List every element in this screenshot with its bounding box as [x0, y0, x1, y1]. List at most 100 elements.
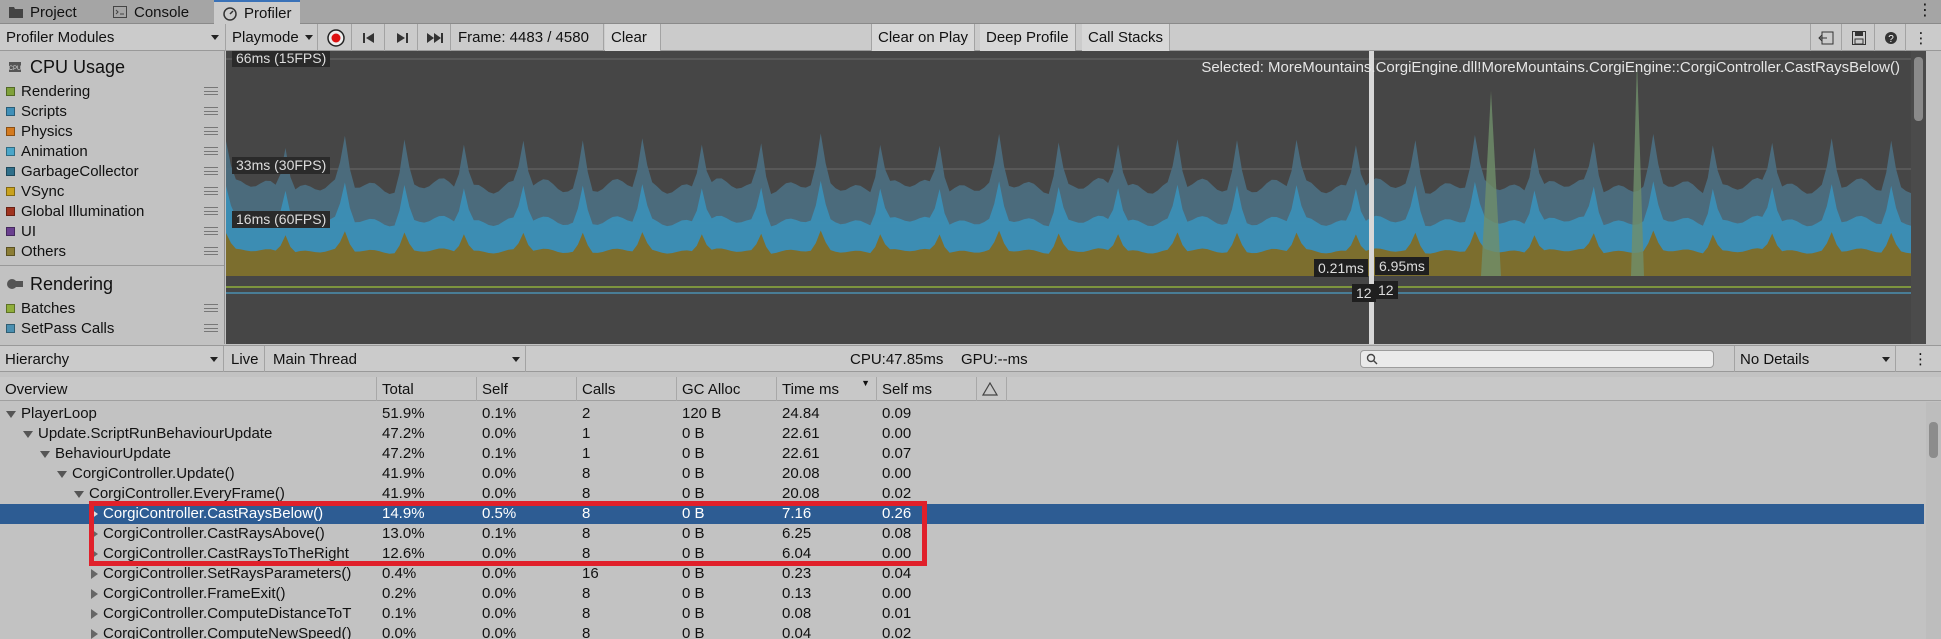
drag-handle-icon[interactable] [204, 324, 218, 332]
window-menu-icon[interactable]: ⋮ [1917, 3, 1933, 19]
chart-scrollbar[interactable] [1911, 51, 1926, 344]
drag-handle-icon[interactable] [204, 147, 218, 155]
cpu-legend-item[interactable]: Animation [0, 141, 224, 161]
row-name-cell: CorgiController.Update() [57, 464, 378, 484]
cpu-legend-item[interactable]: UI [0, 221, 224, 241]
first-frame-button[interactable] [353, 24, 385, 51]
clear-on-play-label: Clear on Play [878, 29, 969, 46]
row-time-cell: 20.08 [782, 485, 820, 502]
column-gc-alloc[interactable]: GC Alloc [677, 377, 777, 401]
tab-project[interactable]: Project [0, 0, 85, 24]
row-name: Update.ScriptRunBehaviourUpdate [38, 425, 273, 442]
table-row[interactable]: CorgiController.Update() 41.9% 0.0% 8 0 B 20.… [0, 464, 1924, 484]
profiler-modules-dropdown[interactable]: Profiler Modules [0, 24, 226, 51]
column-time-ms[interactable]: Time ms ▼ [777, 377, 877, 401]
row-calls-cell: 8 [582, 485, 591, 502]
expanded-arrow-icon[interactable] [74, 490, 84, 498]
next-frame-button[interactable] [386, 24, 418, 51]
table-row[interactable]: CorgiController.ComputeDistanceToT 0.1% 0.… [0, 604, 1924, 624]
toolbar-menu-button[interactable]: ⋮ [1906, 24, 1936, 51]
thread-dropdown[interactable]: Main Thread [268, 346, 526, 372]
column-self[interactable]: Self [477, 377, 577, 401]
drag-handle-icon[interactable] [204, 227, 218, 235]
rendering-legend-item[interactable]: SetPass Calls [0, 318, 224, 338]
tab-profiler-label: Profiler [244, 5, 292, 22]
row-name: CorgiController.CastRaysAbove() [103, 525, 325, 542]
column-overview[interactable]: Overview [0, 377, 377, 401]
collapsed-arrow-icon[interactable] [91, 549, 98, 560]
cpu-usage-module-header[interactable]: CPU CPU Usage [0, 53, 224, 81]
cpu-legend-item[interactable]: VSync [0, 181, 224, 201]
target-dropdown[interactable]: Playmode [226, 24, 318, 51]
help-button[interactable]: ? [1876, 24, 1906, 51]
row-time-cell: 0.13 [782, 585, 812, 602]
table-row[interactable]: Update.ScriptRunBehaviourUpdate 47.2% 0.0%… [0, 424, 1924, 444]
details-dropdown[interactable]: No Details [1734, 346, 1896, 372]
table-row[interactable]: PlayerLoop 51.9% 0.1% 2 120 B 24.84 0.09 [0, 404, 1924, 424]
drag-handle-icon[interactable] [204, 127, 218, 135]
drag-handle-icon[interactable] [204, 207, 218, 215]
load-button[interactable] [1810, 24, 1842, 51]
tab-console[interactable]: Console [104, 0, 197, 24]
rendering-legend-label: Batches [21, 299, 76, 317]
drag-handle-icon[interactable] [204, 304, 218, 312]
cpu-legend-item[interactable]: Others [0, 241, 224, 261]
record-button[interactable] [320, 24, 352, 51]
expanded-arrow-icon[interactable] [57, 470, 67, 478]
cpu-legend-item[interactable]: Scripts [0, 101, 224, 121]
collapsed-arrow-icon[interactable] [91, 629, 98, 639]
last-frame-button[interactable] [419, 24, 451, 51]
column-self-ms[interactable]: Self ms [877, 377, 977, 401]
row-gc-cell: 0 B [682, 625, 705, 639]
details-menu-button[interactable]: ⋮ [1908, 346, 1933, 372]
clear-on-play-button[interactable]: Clear on Play [871, 24, 976, 51]
clear-button[interactable]: Clear [605, 24, 661, 51]
drag-handle-icon[interactable] [204, 247, 218, 255]
table-row[interactable]: CorgiController.CastRaysBelow() 14.9% 0.5%… [0, 504, 1924, 524]
collapsed-arrow-icon[interactable] [91, 569, 98, 580]
search-input[interactable] [1360, 350, 1714, 368]
table-row[interactable]: CorgiController.EveryFrame() 41.9% 0.0% 8 0 … [0, 484, 1924, 504]
collapsed-arrow-icon[interactable] [91, 589, 98, 600]
drag-handle-icon[interactable] [204, 167, 218, 175]
expanded-arrow-icon[interactable] [6, 410, 16, 418]
call-stacks-button[interactable]: Call Stacks [1082, 24, 1171, 51]
collapsed-arrow-icon[interactable] [91, 609, 98, 620]
column-total[interactable]: Total [377, 377, 477, 401]
table-row[interactable]: CorgiController.CastRaysToTheRight 12.6% 0… [0, 544, 1924, 564]
rendering-module-header[interactable]: Rendering [0, 270, 224, 298]
collapsed-arrow-icon[interactable] [91, 529, 98, 540]
drag-handle-icon[interactable] [204, 107, 218, 115]
column-warnings[interactable] [977, 377, 1007, 401]
table-row[interactable]: CorgiController.CastRaysAbove() 13.0% 0.1%… [0, 524, 1924, 544]
save-button[interactable] [1843, 24, 1875, 51]
column-calls[interactable]: Calls [577, 377, 677, 401]
cpu-legend-item[interactable]: Rendering [0, 81, 224, 101]
row-selfms-cell: 0.07 [882, 445, 912, 462]
tab-profiler[interactable]: Profiler [214, 0, 300, 25]
drag-handle-icon[interactable] [204, 87, 218, 95]
color-swatch [6, 146, 15, 156]
row-selfms-cell: 0.26 [882, 505, 912, 522]
cpu-legend-item[interactable]: Global Illumination [0, 201, 224, 221]
drag-handle-icon[interactable] [204, 187, 218, 195]
rendering-legend-item[interactable]: Batches [0, 298, 224, 318]
cpu-legend-item[interactable]: Physics [0, 121, 224, 141]
deep-profile-button[interactable]: Deep Profile [980, 24, 1076, 51]
table-row[interactable]: CorgiController.SetRaysParameters() 0.4% 0… [0, 564, 1924, 584]
live-toggle[interactable]: Live [226, 346, 265, 372]
cpu-usage-chart[interactable]: 66ms (15FPS) 33ms (30FPS) 16ms (60FPS) S… [226, 51, 1926, 344]
cpu-legend-item[interactable]: GarbageCollector [0, 161, 224, 181]
row-time-cell: 20.08 [782, 465, 820, 482]
table-row[interactable]: CorgiController.ComputeNewSpeed() 0.0% 0.0… [0, 624, 1924, 639]
hierarchy-scrollbar-thumb[interactable] [1929, 422, 1938, 458]
expanded-arrow-icon[interactable] [23, 430, 33, 438]
hierarchy-scrollbar[interactable] [1926, 402, 1941, 639]
table-row[interactable]: BehaviourUpdate 47.2% 0.1% 1 0 B 22.61 0.07 [0, 444, 1924, 464]
view-type-dropdown[interactable]: Hierarchy [0, 346, 224, 372]
expanded-arrow-icon[interactable] [40, 450, 50, 458]
chart-scrollbar-thumb[interactable] [1914, 57, 1923, 121]
collapsed-arrow-icon[interactable] [91, 509, 98, 520]
table-row[interactable]: CorgiController.FrameExit() 0.2% 0.0% 8 0 B 0… [0, 584, 1924, 604]
save-icon [1851, 30, 1866, 45]
